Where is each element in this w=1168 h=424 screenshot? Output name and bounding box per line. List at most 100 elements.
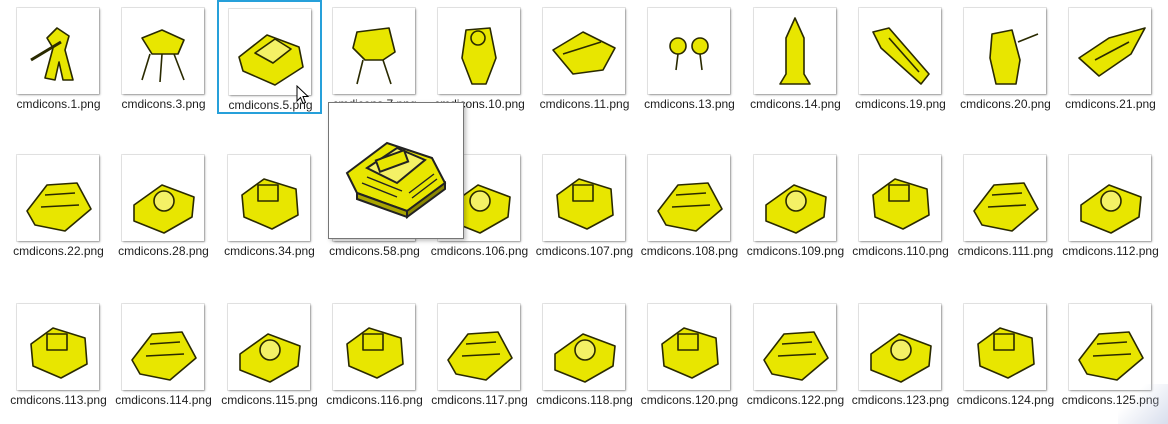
file-name-label: cmdicons.118.png xyxy=(536,393,633,407)
valkyrie-ship-icon xyxy=(1078,27,1146,77)
file-name-label: cmdicons.21.png xyxy=(1065,97,1156,111)
academy-icon xyxy=(1080,184,1142,234)
file-name-label: cmdicons.34.png xyxy=(224,244,315,258)
armory-icon xyxy=(870,333,932,383)
mouse-pointer-icon xyxy=(296,85,310,105)
file-thumbnail[interactable] xyxy=(17,155,99,241)
file-item[interactable]: cmdicons.3.png xyxy=(111,0,216,114)
file-item[interactable]: cmdicons.109.png xyxy=(743,147,848,261)
file-item[interactable]: cmdicons.107.png xyxy=(532,147,637,261)
file-name-label: cmdicons.120.png xyxy=(640,393,739,407)
file-name-label: cmdicons.110.png xyxy=(852,244,949,258)
file-thumbnail[interactable] xyxy=(964,8,1046,94)
file-thumbnail[interactable] xyxy=(964,304,1046,390)
file-item[interactable]: cmdicons.122.png xyxy=(743,296,848,410)
file-thumbnail[interactable] xyxy=(543,304,625,390)
file-item[interactable]: cmdicons.11.png xyxy=(532,0,637,114)
file-item[interactable]: cmdicons.21.png xyxy=(1058,0,1163,114)
file-name-label: cmdicons.106.png xyxy=(430,244,529,258)
file-item[interactable]: cmdicons.14.png xyxy=(743,0,848,114)
file-item[interactable]: cmdicons.1.png xyxy=(6,0,111,114)
file-thumbnail[interactable] xyxy=(754,304,836,390)
file-thumbnail[interactable] xyxy=(648,304,730,390)
file-item[interactable]: cmdicons.19.png xyxy=(848,0,953,114)
file-name-label: cmdicons.114.png xyxy=(115,393,212,407)
file-item[interactable]: cmdicons.124.png xyxy=(953,296,1058,410)
factory-icon xyxy=(30,327,88,379)
file-item[interactable]: cmdicons.118.png xyxy=(532,296,637,410)
file-name-label: cmdicons.22.png xyxy=(13,244,104,258)
engineering-bay-icon xyxy=(763,331,829,381)
file-thumbnail[interactable] xyxy=(1069,8,1151,94)
file-thumbnail[interactable] xyxy=(122,8,204,94)
file-item[interactable]: cmdicons.111.png xyxy=(953,147,1058,261)
file-item[interactable]: cmdicons.116.png xyxy=(322,296,427,410)
file-thumbnail[interactable] xyxy=(333,8,415,94)
file-name-label: cmdicons.107.png xyxy=(535,244,634,258)
dropship-icon xyxy=(26,182,92,232)
file-item[interactable]: cmdicons.108.png xyxy=(637,147,742,261)
file-name-label: cmdicons.11.png xyxy=(539,97,630,111)
siege-tank-icon xyxy=(238,34,304,86)
file-thumbnail[interactable] xyxy=(648,155,730,241)
file-thumbnail[interactable] xyxy=(438,304,520,390)
nuclear-silo-icon xyxy=(657,182,723,232)
file-name-label: cmdicons.124.png xyxy=(956,393,1055,407)
file-item[interactable]: cmdicons.13.png xyxy=(637,0,742,114)
file-item[interactable]: cmdicons.115.png xyxy=(217,296,322,410)
file-thumbnail[interactable] xyxy=(17,8,99,94)
file-thumbnail[interactable] xyxy=(122,155,204,241)
file-item[interactable]: cmdicons.112.png xyxy=(1058,147,1163,261)
file-thumbnail[interactable] xyxy=(1069,304,1151,390)
file-item[interactable]: cmdicons.34.png xyxy=(217,147,322,261)
file-name-label: cmdicons.116.png xyxy=(326,393,423,407)
file-thumbnail[interactable] xyxy=(333,304,415,390)
file-name-label: cmdicons.112.png xyxy=(1062,244,1159,258)
file-thumbnail[interactable] xyxy=(964,155,1046,241)
file-item[interactable]: cmdicons.120.png xyxy=(637,296,742,410)
file-thumbnail[interactable] xyxy=(859,155,941,241)
refinery-icon xyxy=(872,178,930,230)
file-name-label: cmdicons.109.png xyxy=(746,244,845,258)
file-item[interactable]: cmdicons.10.png xyxy=(427,0,532,114)
file-name-label: cmdicons.19.png xyxy=(855,97,946,111)
file-item[interactable]: cmdicons.7.png xyxy=(322,0,427,114)
file-item[interactable]: cmdicons.117.png xyxy=(427,296,532,410)
file-item[interactable]: cmdicons.22.png xyxy=(6,147,111,261)
bunker-icon xyxy=(1078,331,1144,381)
file-item[interactable]: cmdicons.113.png xyxy=(6,296,111,410)
file-name-label: cmdicons.111.png xyxy=(957,244,1054,258)
file-thumbnail[interactable] xyxy=(754,155,836,241)
missile-turret-icon xyxy=(977,327,1035,379)
firebat-unit-icon xyxy=(461,27,497,85)
file-item[interactable]: cmdicons.114.png xyxy=(111,296,216,410)
file-thumbnail[interactable] xyxy=(859,304,941,390)
file-thumbnail[interactable] xyxy=(228,155,310,241)
file-thumbnail[interactable] xyxy=(543,155,625,241)
control-tower-icon xyxy=(239,333,301,383)
file-name-label: cmdicons.122.png xyxy=(746,393,845,407)
file-thumbnail[interactable] xyxy=(228,304,310,390)
file-name-label: cmdicons.1.png xyxy=(16,97,101,111)
file-thumbnail[interactable] xyxy=(859,8,941,94)
file-item[interactable]: cmdicons.123.png xyxy=(848,296,953,410)
file-item[interactable]: cmdicons.20.png xyxy=(953,0,1058,114)
file-thumbnail[interactable] xyxy=(754,8,836,94)
file-thumbnail[interactable] xyxy=(438,8,520,94)
file-thumbnail[interactable] xyxy=(543,8,625,94)
ghost-unit-icon xyxy=(989,29,1039,85)
science-facility-icon xyxy=(346,327,404,379)
file-item[interactable]: cmdicons.28.png xyxy=(111,147,216,261)
file-thumbnail[interactable] xyxy=(648,8,730,94)
file-name-label: cmdicons.58.png xyxy=(329,244,420,258)
file-thumbnail[interactable] xyxy=(122,304,204,390)
file-thumbnail[interactable] xyxy=(229,9,311,95)
thumbnail-preview-popup xyxy=(328,102,464,239)
file-thumbnail[interactable] xyxy=(1069,155,1151,241)
file-name-label: cmdicons.123.png xyxy=(851,393,950,407)
file-item[interactable]: cmdicons.110.png xyxy=(848,147,953,261)
file-name-label: cmdicons.28.png xyxy=(118,244,209,258)
file-thumbnail[interactable] xyxy=(17,304,99,390)
siege-tank-preview-icon xyxy=(345,141,447,219)
file-name-label: cmdicons.108.png xyxy=(640,244,739,258)
